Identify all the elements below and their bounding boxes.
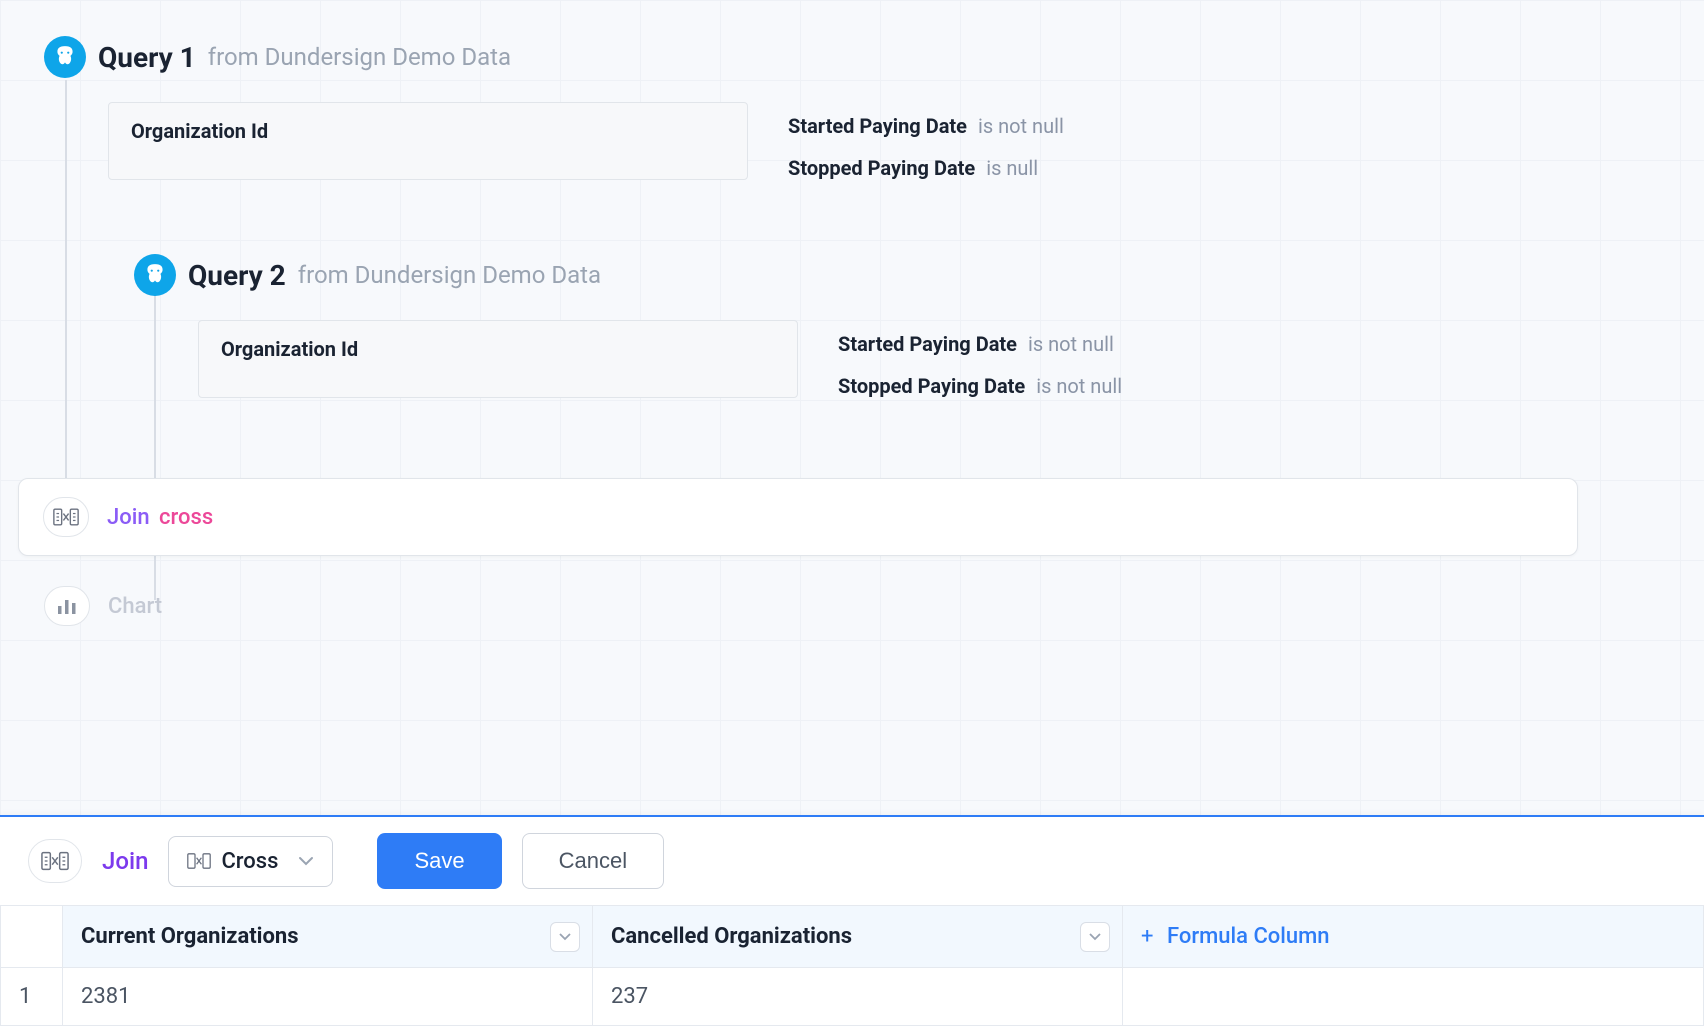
results-toolbar: Join Cross Save Cancel (0, 817, 1704, 905)
join-type-dropdown[interactable]: Cross (168, 836, 333, 887)
query-2-conditions: Started Paying Date is not null Stopped … (838, 320, 1122, 398)
chevron-down-icon[interactable] (1080, 922, 1110, 952)
query-1-field[interactable]: Organization Id (108, 102, 748, 180)
add-formula-column[interactable]: + Formula Column (1123, 906, 1704, 968)
query-1-block: Query 1 from Dundersign Demo Data Organi… (44, 36, 1064, 180)
query-2-condition-2[interactable]: Stopped Paying Date is not null (838, 374, 1122, 398)
rownum-header (1, 906, 63, 968)
query-1-source: from Dundersign Demo Data (208, 43, 511, 71)
toolbar-join-label: Join (102, 847, 148, 875)
chevron-down-icon[interactable] (550, 922, 580, 952)
join-icon[interactable] (28, 839, 82, 883)
query-1-condition-2[interactable]: Stopped Paying Date is null (788, 156, 1064, 180)
cell-formula (1123, 968, 1704, 1026)
cancel-button[interactable]: Cancel (522, 833, 664, 889)
cell-current-orgs: 2381 (63, 968, 593, 1026)
row-number: 1 (1, 968, 63, 1026)
column-header-1[interactable]: Current Organizations (63, 906, 593, 968)
join-text: Join cross (107, 505, 213, 530)
dropdown-value: Cross (221, 849, 278, 874)
chart-step[interactable]: Chart (44, 586, 162, 626)
column-header-2[interactable]: Cancelled Organizations (593, 906, 1123, 968)
query-2-source: from Dundersign Demo Data (298, 261, 601, 289)
join-step[interactable]: Join cross (18, 478, 1578, 556)
query-2-block: Query 2 from Dundersign Demo Data Organi… (134, 254, 1122, 398)
query-1-conditions: Started Paying Date is not null Stopped … (788, 102, 1064, 180)
save-button[interactable]: Save (377, 833, 501, 889)
results-panel: Join Cross Save Cancel Curr (0, 815, 1704, 1026)
cell-cancelled-orgs: 237 (593, 968, 1123, 1026)
query-2-field[interactable]: Organization Id (198, 320, 798, 398)
result-table: Current Organizations Cancelled Organiza… (0, 905, 1704, 1026)
query-1-header[interactable]: Query 1 from Dundersign Demo Data (44, 36, 1064, 78)
query-1-title: Query 1 (98, 41, 196, 74)
plus-icon: + (1141, 924, 1153, 949)
postgres-icon (44, 36, 86, 78)
query-2-condition-1[interactable]: Started Paying Date is not null (838, 332, 1122, 356)
postgres-icon (134, 254, 176, 296)
chart-icon (44, 586, 90, 626)
join-icon (43, 497, 89, 537)
table-row[interactable]: 1 2381 237 (1, 968, 1704, 1026)
chart-label: Chart (108, 594, 162, 619)
query-2-title: Query 2 (188, 259, 286, 292)
chevron-down-icon (298, 856, 314, 866)
query-1-condition-1[interactable]: Started Paying Date is not null (788, 114, 1064, 138)
query-2-header[interactable]: Query 2 from Dundersign Demo Data (134, 254, 1122, 296)
